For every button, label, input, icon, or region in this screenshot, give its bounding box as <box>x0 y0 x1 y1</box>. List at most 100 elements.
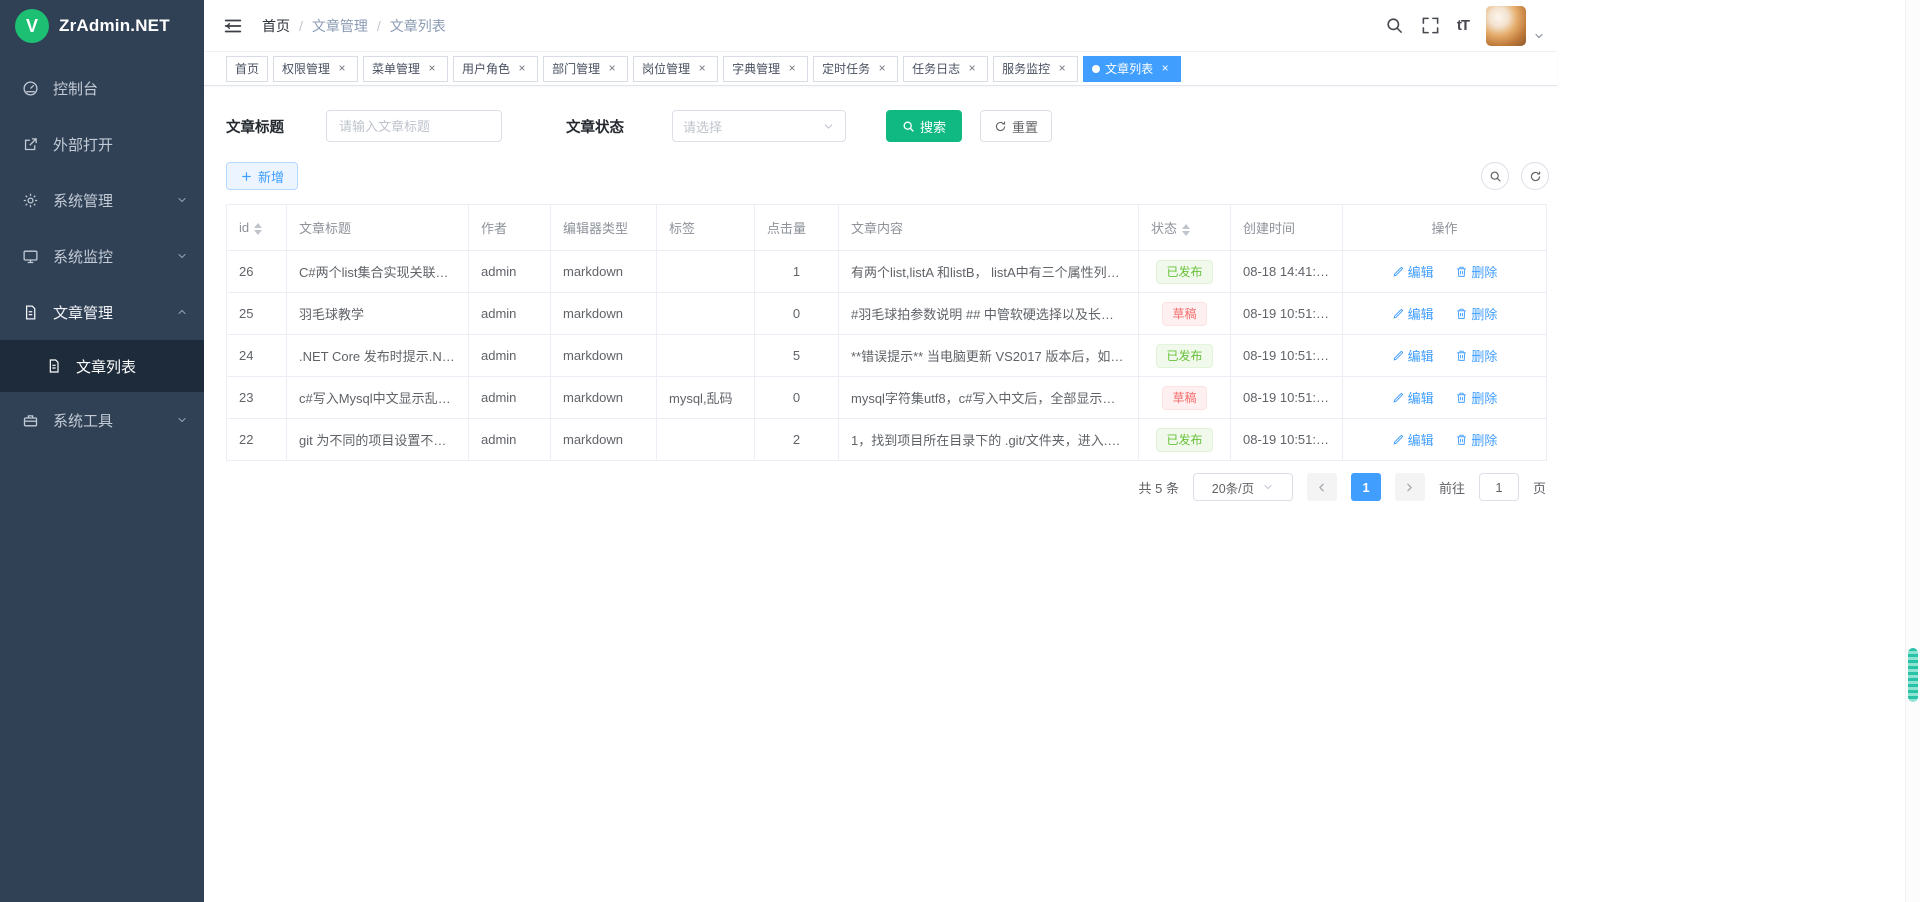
cell-title: 羽毛球教学 <box>287 293 469 335</box>
edit-button[interactable]: 编辑 <box>1392 304 1434 323</box>
article-status-select[interactable]: 请选择 <box>672 110 846 142</box>
delete-label: 删除 <box>1471 388 1497 407</box>
col-created: 创建时间 <box>1231 205 1343 251</box>
tab-label: 权限管理 <box>282 60 330 77</box>
close-icon[interactable]: × <box>875 62 889 76</box>
status-badge: 草稿 <box>1162 386 1206 410</box>
edit-button[interactable]: 编辑 <box>1392 346 1434 365</box>
breadcrumb-item-article-list: 文章列表 <box>390 16 446 36</box>
tab-permission-management[interactable]: 权限管理 × <box>273 56 358 82</box>
delete-button[interactable]: 删除 <box>1455 262 1497 281</box>
font-size-icon[interactable]: tT <box>1457 17 1469 34</box>
cell-status: 已发布 <box>1139 251 1231 293</box>
add-button-label: 新增 <box>258 167 284 186</box>
gear-icon <box>22 192 39 209</box>
scrollbar-track[interactable] <box>1905 0 1920 902</box>
refresh-icon <box>994 120 1007 133</box>
document-icon <box>22 304 39 321</box>
tab-task-logs[interactable]: 任务日志 × <box>903 56 988 82</box>
col-content: 文章内容 <box>839 205 1139 251</box>
sidebar-item-system-monitor[interactable]: 系统监控 <box>0 228 204 284</box>
cell-id: 25 <box>227 293 287 335</box>
app-logo[interactable]: V ZrAdmin.NET <box>0 0 204 52</box>
close-icon[interactable]: × <box>1158 62 1172 76</box>
tab-label: 部门管理 <box>552 60 600 77</box>
cell-status: 已发布 <box>1139 335 1231 377</box>
breadcrumb-item-home[interactable]: 首页 <box>262 16 290 36</box>
cell-content: 1，找到项目所在目录下的 .git/文件夹，进入.git/... <box>839 419 1139 461</box>
delete-label: 删除 <box>1471 262 1497 281</box>
close-icon[interactable]: × <box>1055 62 1069 76</box>
avatar[interactable] <box>1486 6 1526 46</box>
sort-carets-icon[interactable] <box>254 223 262 235</box>
active-tab-dot <box>1092 65 1100 73</box>
close-icon[interactable]: × <box>605 62 619 76</box>
delete-button[interactable]: 删除 <box>1455 346 1497 365</box>
col-status[interactable]: 状态 <box>1139 205 1231 251</box>
tab-scheduled-tasks[interactable]: 定时任务× <box>813 56 898 82</box>
fullscreen-icon[interactable] <box>1421 16 1440 35</box>
cell-tags <box>657 335 755 377</box>
goto-page-input[interactable] <box>1479 473 1519 501</box>
edit-label: 编辑 <box>1408 430 1434 449</box>
close-icon[interactable]: × <box>335 62 349 76</box>
reset-button[interactable]: 重置 <box>980 110 1052 142</box>
cell-tags <box>657 251 755 293</box>
tab-home[interactable]: 首页 <box>226 56 268 82</box>
delete-button[interactable]: 删除 <box>1455 430 1497 449</box>
close-icon[interactable]: × <box>425 62 439 76</box>
toggle-search-button[interactable] <box>1481 162 1509 190</box>
chevron-down-icon <box>1262 481 1274 493</box>
sidebar-item-system-tools[interactable]: 系统工具 <box>0 392 204 448</box>
chevron-left-icon <box>1315 481 1328 494</box>
cell-status: 草稿 <box>1139 377 1231 419</box>
search-icon[interactable] <box>1385 16 1404 35</box>
delete-button[interactable]: 删除 <box>1455 304 1497 323</box>
edit-button[interactable]: 编辑 <box>1392 430 1434 449</box>
refresh-table-button[interactable] <box>1521 162 1549 190</box>
close-icon[interactable]: × <box>785 62 799 76</box>
tab-label: 任务日志 <box>912 60 960 77</box>
article-table: id 文章标题 作者 编辑器类型 标签 点击量 文章内容 状态 创建时间 操作 … <box>226 204 1546 461</box>
caret-down-icon[interactable] <box>1533 30 1545 42</box>
sidebar-item-dashboard[interactable]: 控制台 <box>0 60 204 116</box>
sidebar-item-system-management[interactable]: 系统管理 <box>0 172 204 228</box>
external-link-icon <box>22 136 39 153</box>
search-button[interactable]: 搜索 <box>886 110 962 142</box>
collapse-sidebar-icon[interactable] <box>222 15 244 37</box>
tab-service-monitor[interactable]: 服务监控 × <box>993 56 1078 82</box>
sidebar-item-label: 文章列表 <box>76 356 136 377</box>
article-title-input[interactable] <box>326 110 502 142</box>
sidebar-item-article-management[interactable]: 文章管理 <box>0 284 204 340</box>
tab-user-roles[interactable]: 用户角色× <box>453 56 538 82</box>
add-button[interactable]: 新增 <box>226 162 298 190</box>
next-page-button[interactable] <box>1395 473 1425 501</box>
cell-created: 08-19 10:51:29 <box>1231 293 1343 335</box>
sidebar-item-external-open[interactable]: 外部打开 <box>0 116 204 172</box>
page-number-button[interactable]: 1 <box>1351 473 1381 501</box>
tab-post-management[interactable]: 岗位管理× <box>633 56 718 82</box>
col-id[interactable]: id <box>227 205 287 251</box>
page-size-select[interactable]: 20条/页 <box>1193 473 1293 501</box>
scrollbar-thumb[interactable] <box>1908 648 1918 702</box>
tab-article-list[interactable]: 文章列表× <box>1083 56 1181 82</box>
sidebar-item-article-list[interactable]: 文章列表 <box>0 340 204 392</box>
close-icon[interactable]: × <box>515 62 529 76</box>
tab-label: 服务监控 <box>1002 60 1050 77</box>
table-row: 26 C#两个list集合实现关联，... admin markdown 1 有… <box>227 251 1547 293</box>
document-icon <box>46 358 62 374</box>
cell-content: mysql字符集utf8，c#写入中文后，全部显示成? ... <box>839 377 1139 419</box>
sort-carets-icon[interactable] <box>1182 224 1190 236</box>
tab-dict-management[interactable]: 字典管理× <box>723 56 808 82</box>
tab-menu-management[interactable]: 菜单管理× <box>363 56 448 82</box>
col-label: 编辑器类型 <box>563 221 628 236</box>
delete-button[interactable]: 删除 <box>1455 388 1497 407</box>
tab-department-management[interactable]: 部门管理 × <box>543 56 628 82</box>
close-icon[interactable]: × <box>965 62 979 76</box>
breadcrumb-item-article-management[interactable]: 文章管理 <box>312 16 368 36</box>
edit-button[interactable]: 编辑 <box>1392 388 1434 407</box>
sidebar-item-label: 系统管理 <box>53 190 162 211</box>
prev-page-button[interactable] <box>1307 473 1337 501</box>
close-icon[interactable]: × <box>695 62 709 76</box>
edit-button[interactable]: 编辑 <box>1392 262 1434 281</box>
